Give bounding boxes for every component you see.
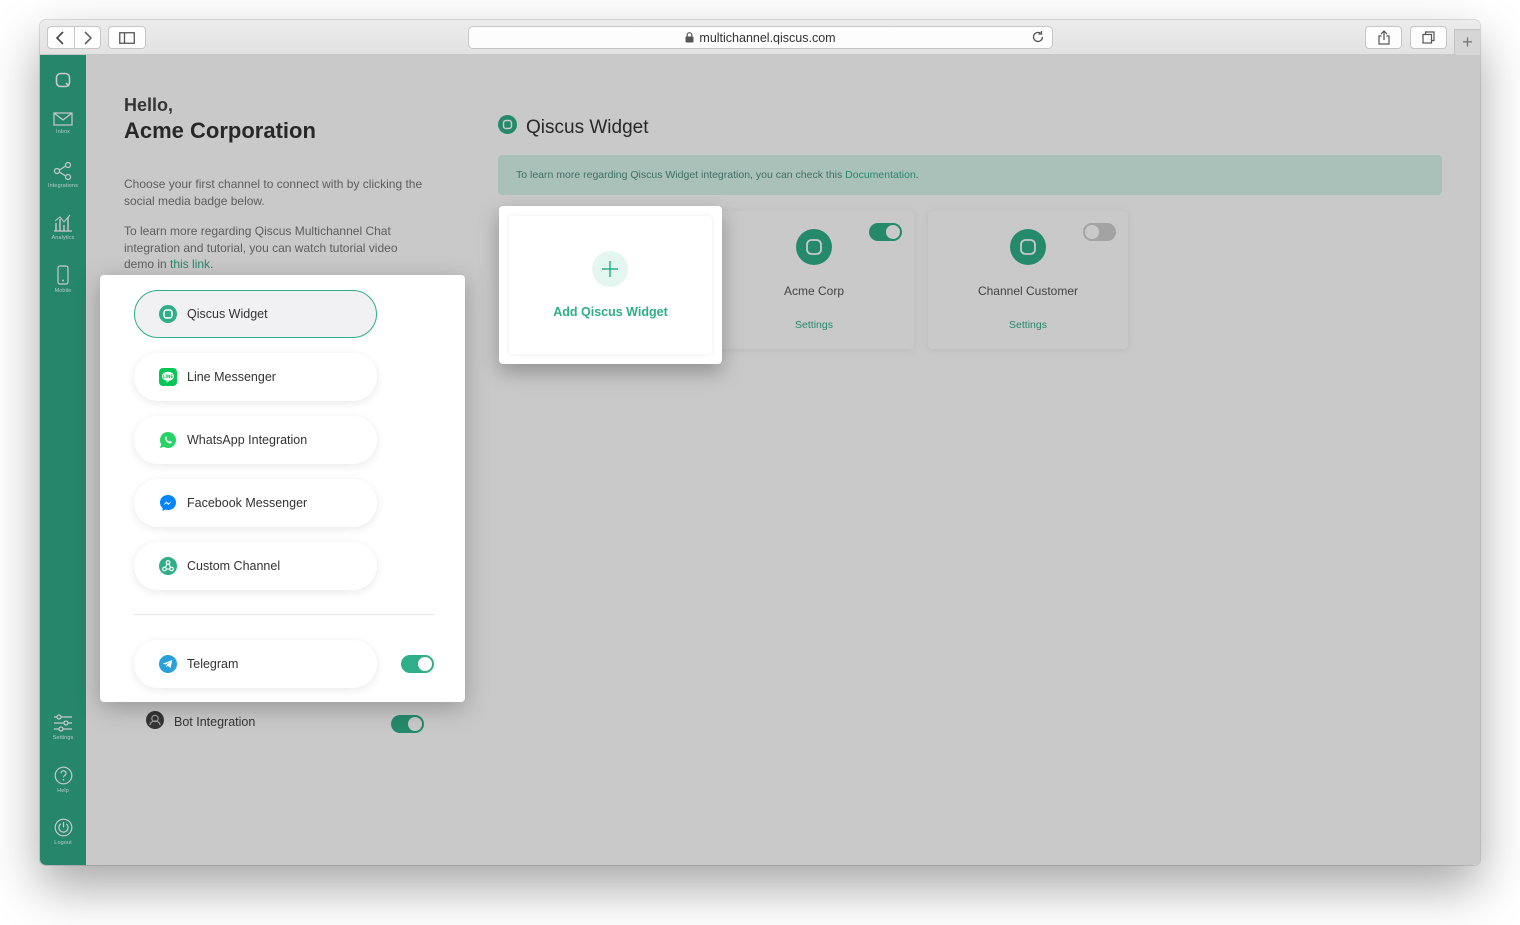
back-button[interactable]: [48, 27, 74, 48]
telegram-toggle[interactable]: [401, 655, 434, 673]
app-viewport: Inbox Integrations Analytics Mobile Sett…: [40, 55, 1480, 865]
browser-toolbar: multichannel.qiscus.com +: [40, 20, 1480, 55]
tabs-icon: [1422, 31, 1435, 44]
channel-selector-popup: Qiscus Widget LINE Line Messenger WhatsA…: [100, 275, 465, 702]
channel-label: Facebook Messenger: [187, 496, 308, 510]
plus-icon: [592, 251, 628, 287]
address-bar[interactable]: multichannel.qiscus.com: [468, 26, 1053, 49]
channel-label: Telegram: [187, 657, 239, 671]
add-widget-label: Add Qiscus Widget: [553, 305, 668, 319]
channel-button-facebook-messenger[interactable]: Facebook Messenger: [134, 479, 377, 527]
chevron-left-icon: [56, 30, 64, 45]
add-widget-card[interactable]: Add Qiscus Widget: [509, 216, 712, 354]
toggle-knob: [418, 657, 432, 671]
lock-icon: [685, 32, 694, 43]
popup-divider: [134, 614, 434, 615]
channel-button-line[interactable]: LINE Line Messenger: [134, 353, 377, 401]
line-icon: LINE: [158, 367, 178, 387]
channel-button-custom-channel[interactable]: Custom Channel: [134, 542, 377, 590]
navigation-buttons: [47, 26, 101, 49]
svg-text:LINE: LINE: [163, 374, 173, 379]
sidebar-icon: [119, 31, 135, 44]
channel-button-whatsapp[interactable]: WhatsApp Integration: [134, 416, 377, 464]
forward-button[interactable]: [73, 27, 101, 48]
url-text: multichannel.qiscus.com: [699, 30, 836, 45]
custom-channel-icon: [158, 556, 178, 576]
channel-label: WhatsApp Integration: [187, 433, 308, 447]
new-tab-button[interactable]: +: [1454, 29, 1480, 55]
browser-window: multichannel.qiscus.com + Inbox Integrat…: [40, 20, 1480, 865]
whatsapp-icon: [158, 430, 178, 450]
channel-button-telegram[interactable]: Telegram: [134, 640, 377, 688]
chevron-right-icon: [84, 30, 92, 45]
messenger-icon: [158, 493, 178, 513]
tabs-overview-button[interactable]: [1410, 26, 1447, 49]
channel-label: Custom Channel: [187, 559, 281, 573]
share-icon: [1377, 30, 1390, 45]
share-button[interactable]: [1365, 26, 1402, 49]
telegram-icon: [158, 654, 178, 674]
qiscus-icon: [158, 304, 178, 324]
channel-label: Line Messenger: [187, 370, 276, 384]
channel-button-qiscus-widget[interactable]: Qiscus Widget: [134, 290, 377, 338]
channel-label: Qiscus Widget: [187, 307, 268, 321]
sidebar-toggle-button[interactable]: [108, 26, 146, 49]
plus-icon: +: [1462, 32, 1473, 52]
reload-icon[interactable]: [1031, 30, 1045, 44]
add-widget-popup: Add Qiscus Widget: [499, 206, 722, 364]
